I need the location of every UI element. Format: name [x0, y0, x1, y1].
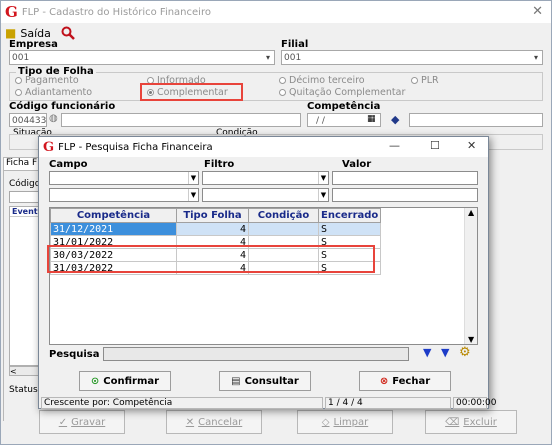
binoculars-icon[interactable]: ◍	[49, 113, 58, 124]
filtro-header: Filtro	[204, 159, 235, 170]
close-icon[interactable]: ✕	[532, 4, 543, 19]
status-label: Status	[9, 385, 38, 395]
evento-list: Evento	[9, 206, 44, 366]
exit-icon[interactable]: ■	[5, 26, 16, 40]
radio-quitacao-complementar[interactable]: Quitação Complementar	[279, 87, 405, 98]
record-status: 1 / 4 / 4	[325, 397, 451, 409]
radio-icon	[15, 77, 22, 84]
col-tipo-folha[interactable]: Tipo Folha	[176, 208, 249, 223]
empresa-value: 001	[12, 53, 30, 63]
radio-adiantamento[interactable]: Adiantamento	[15, 87, 92, 98]
gear-icon[interactable]: ⚙	[459, 345, 471, 360]
competencia-label: Competência	[307, 101, 381, 112]
radio-icon	[411, 77, 418, 84]
results-grid: Competência Tipo Folha Condição Encerrad…	[49, 207, 478, 345]
chevron-down-icon: ▼	[318, 189, 328, 201]
filtro-select-2[interactable]: ▼	[202, 188, 329, 202]
valor-input-2[interactable]	[332, 188, 478, 202]
cancelar-button[interactable]: ✕ Cancelar	[166, 410, 262, 434]
window-title: FLP - Cadastro do Histórico Financeiro	[21, 6, 211, 18]
codigo-funcionario-input[interactable]: 004433	[9, 113, 47, 127]
pesquisa-dialog: G FLP - Pesquisa Ficha Financeira — ☐ ✕ …	[38, 136, 496, 409]
tab-ficha[interactable]: Ficha F	[3, 157, 41, 171]
close-circle-icon: ⊗	[379, 375, 389, 387]
check-icon: ✓	[58, 416, 68, 428]
search-icon[interactable]	[61, 26, 75, 40]
vertical-scrollbar[interactable]: ▲ ▼	[464, 208, 477, 344]
minimize-icon[interactable]: —	[389, 139, 400, 152]
app-logo: G	[5, 3, 18, 21]
close-icon[interactable]: ✕	[467, 139, 476, 152]
exit-button[interactable]: Saída	[20, 27, 51, 40]
document-icon: ▤	[231, 375, 241, 387]
scroll-down-icon[interactable]: ▼	[468, 335, 474, 344]
valor-header: Valor	[342, 159, 372, 170]
radio-icon	[279, 89, 286, 96]
codigo-input[interactable]	[9, 191, 39, 203]
evento-header: Evento	[10, 207, 44, 217]
maximize-icon[interactable]: ☐	[430, 139, 440, 152]
sort-down-double-icon[interactable]: ▼	[441, 346, 449, 359]
dialog-title-bar: G FLP - Pesquisa Ficha Financeira — ☐ ✕	[39, 137, 488, 157]
cancel-icon: ✕	[185, 416, 195, 428]
nome-funcionario-field	[61, 113, 301, 127]
col-condicao[interactable]: Condição	[248, 208, 319, 223]
filial-label: Filial	[281, 39, 309, 50]
fechar-button[interactable]: ⊗ Fechar	[359, 371, 451, 391]
sort-status: Crescente por: Competência	[41, 397, 323, 409]
chevron-down-icon: ▼	[318, 172, 328, 184]
pesquisa-label: Pesquisa	[49, 349, 100, 360]
scroll-left-icon[interactable]: <	[9, 366, 39, 376]
codigo-funcionario-label: Código funcionário	[9, 101, 116, 112]
highlight-complementar	[140, 83, 243, 101]
campo-header: Campo	[49, 159, 88, 170]
campo-select-2[interactable]: ▼	[49, 188, 199, 202]
confirmar-button[interactable]: ⊙ Confirmar	[79, 371, 171, 391]
highlight-rows	[47, 245, 375, 273]
filial-value: 001	[284, 53, 302, 63]
campo-select-1[interactable]: ▼	[49, 171, 199, 185]
app-logo: G	[43, 139, 55, 155]
sort-down-icon[interactable]: ▼	[423, 346, 431, 359]
eraser-icon: ◇	[321, 416, 330, 428]
valor-input-1[interactable]	[332, 171, 478, 185]
col-competencia[interactable]: Competência	[50, 208, 177, 223]
empresa-select[interactable]: 001 ▾	[9, 50, 275, 65]
excluir-button[interactable]: ⌫ Excluir	[425, 410, 517, 434]
title-bar: G FLP - Cadastro do Histórico Financeiro…	[1, 1, 551, 23]
pesquisa-input[interactable]	[103, 347, 409, 361]
chevron-down-icon: ▼	[188, 189, 198, 201]
binoculars-icon[interactable]: ◆	[391, 113, 399, 126]
limpar-button[interactable]: ◇ Limpar	[297, 410, 393, 434]
scroll-up-icon[interactable]: ▲	[468, 208, 474, 217]
chevron-down-icon: ▾	[265, 53, 270, 62]
dialog-title: FLP - Pesquisa Ficha Financeira	[58, 141, 213, 153]
table-row[interactable]: 31/12/2021 4 S	[50, 222, 382, 236]
col-encerrado[interactable]: Encerrado	[317, 208, 382, 223]
toolbar: ■ Saída	[1, 23, 551, 43]
check-circle-icon: ⊙	[90, 375, 100, 387]
chevron-down-icon: ▾	[533, 53, 538, 62]
radio-icon	[279, 77, 286, 84]
radio-plr[interactable]: PLR	[411, 75, 439, 86]
chevron-down-icon: ▼	[188, 172, 198, 184]
empresa-label: Empresa	[9, 39, 58, 50]
radio-pagamento[interactable]: Pagamento	[15, 75, 79, 86]
radio-icon	[15, 89, 22, 96]
consultar-button[interactable]: ▤ Consultar	[219, 371, 311, 391]
time-status: 00:00:00	[453, 397, 496, 409]
competencia-desc-field	[409, 113, 543, 127]
trash-icon: ⌫	[445, 416, 460, 428]
calendar-icon[interactable]: ▦	[367, 114, 376, 124]
filtro-select-1[interactable]: ▼	[202, 171, 329, 185]
radio-decimo-terceiro[interactable]: Décimo terceiro	[279, 75, 365, 86]
gravar-button[interactable]: ✓ Gravar	[39, 410, 125, 434]
codigo-label: Código	[9, 179, 41, 189]
filial-select[interactable]: 001 ▾	[281, 50, 543, 65]
